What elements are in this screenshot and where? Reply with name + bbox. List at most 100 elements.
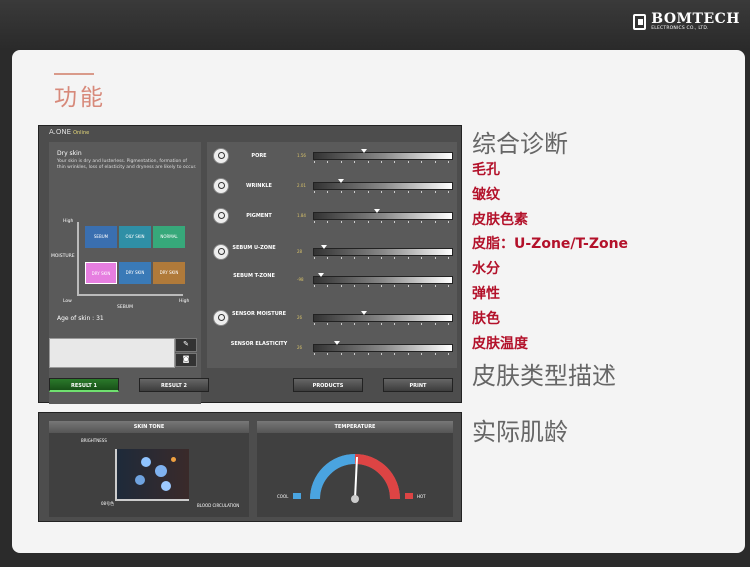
meter-tick — [381, 191, 382, 193]
pencil-icon[interactable]: ✎ — [175, 338, 197, 352]
grid-cell-selected: DRY SKIN — [85, 262, 117, 284]
meter-value: 1.56 — [297, 153, 306, 158]
knob-icon — [213, 310, 229, 326]
meter-tick — [367, 323, 369, 325]
meter-row-sebum-u: SEBUM U-ZONE 28 Low — [207, 240, 457, 264]
meter-tick — [448, 161, 449, 163]
brand-mark-icon — [633, 13, 647, 30]
meter-tick — [448, 257, 449, 259]
app-title-sub: Online — [73, 130, 90, 136]
meter-label: SENSOR ELASTICITY — [230, 341, 288, 347]
hot-label: HOT — [417, 494, 426, 499]
hot-swatch — [405, 493, 413, 499]
meter-tick — [434, 191, 436, 193]
meter-label: PORE — [251, 153, 267, 159]
grid-cell: DRY SKIN — [119, 262, 151, 284]
meter-value: -98 — [297, 277, 304, 282]
meter-tick — [354, 257, 356, 259]
grid-x-label: SEBUM — [117, 305, 133, 310]
meter-tick — [327, 257, 329, 259]
meter-tick — [367, 161, 369, 163]
meter-tick — [381, 257, 382, 259]
meter-label: SEBUM T-ZONE — [233, 273, 275, 279]
feature-item: 水分 — [472, 261, 500, 278]
meter-tick — [327, 285, 329, 287]
meter-tick — [314, 323, 315, 325]
skin-tone-plot — [115, 449, 189, 501]
meter-tick — [354, 353, 356, 355]
meter-value: 26 — [297, 315, 303, 320]
meter-tick — [434, 285, 436, 287]
grid-y-label: MOISTURE — [51, 254, 75, 259]
meter-tick — [394, 161, 396, 163]
temperature-panel: TEMPERATURE COOL HOT — [257, 421, 453, 517]
meter-tick — [421, 191, 423, 193]
brand-subtitle: ELECTRONICS CO., LTD. — [651, 26, 709, 31]
skin-tone-title: SKIN TONE — [49, 421, 249, 433]
meter-tick — [381, 161, 382, 163]
meter-tick — [394, 353, 396, 355]
meter-tick — [367, 257, 369, 259]
meter-tick — [340, 353, 342, 355]
tone-bubble — [135, 475, 145, 485]
meter-tick — [314, 161, 315, 163]
meter-tick — [340, 161, 342, 163]
meter-tick — [354, 323, 356, 325]
grid-cell: OILY SKIN — [119, 226, 151, 248]
feature-item: 皮脂：U-Zone/T-Zone — [472, 236, 629, 253]
feature-item: 肤色 — [472, 310, 500, 327]
meter-row-elasticity: SENSOR ELASTICITY 26 Low — [207, 336, 457, 360]
meter-tick — [448, 285, 449, 287]
camera-icon[interactable]: ◙ — [175, 353, 197, 367]
knob-icon — [213, 148, 229, 164]
meter-row-moisture: SENSOR MOISTURE 26 Low — [207, 306, 457, 330]
meter-tick — [327, 353, 329, 355]
meter-tick — [434, 257, 436, 259]
meter-tick — [381, 323, 382, 325]
meter-tick — [407, 221, 409, 223]
products-button[interactable]: PRODUCTS — [293, 378, 363, 392]
meter-marker — [374, 209, 381, 213]
app-screenshot: A.ONE Online Dry skin Your skin is dry an… — [38, 125, 462, 404]
meter-tick — [354, 285, 356, 287]
meter-tick — [407, 161, 409, 163]
result1-button[interactable]: RESULT 1 — [49, 378, 119, 392]
top-bar: BOMTECH ELECTRONICS CO., LTD. — [0, 0, 750, 50]
print-button[interactable]: PRINT — [383, 378, 453, 392]
tone-bubble — [161, 481, 171, 491]
knob-icon — [213, 208, 229, 224]
app-header: A.ONE Online — [39, 126, 471, 138]
meter-tick — [448, 221, 449, 223]
heading-comprehensive: 综合诊断 — [472, 130, 568, 158]
meter-tick — [367, 285, 369, 287]
meter-tick — [394, 285, 396, 287]
meter-tick — [394, 323, 396, 325]
heading-skin-type: 皮肤类型描述 — [472, 362, 616, 391]
meter-tick — [340, 221, 342, 223]
feature-item: 毛孔 — [472, 162, 500, 178]
skin-type-grid: SEBUM OILY SKIN NORMAL DRY SKIN DRY SKIN… — [77, 222, 185, 296]
meter-tick — [407, 191, 409, 193]
meter-value: 2.01 — [297, 183, 306, 188]
result2-button[interactable]: RESULT 2 — [139, 378, 209, 392]
meter-row-sebum-t: SEBUM T-ZONE -98 Low — [207, 268, 457, 292]
skin-description: Your skin is dry and lusterless. Pigment… — [57, 159, 197, 170]
meter-bar — [313, 311, 453, 325]
meter-label: WRINKLE — [246, 183, 272, 189]
tone-bubble — [155, 465, 167, 477]
temperature-title: TEMPERATURE — [257, 421, 453, 433]
meter-tick — [381, 285, 382, 287]
meter-tick — [448, 323, 449, 325]
meter-tick — [314, 257, 315, 259]
meter-panel: PORE 1.56 Normal WRINKLE 2.01 Medium PIG… — [207, 142, 457, 368]
meter-bar — [313, 179, 453, 193]
grid-cell: DRY SKIN — [153, 262, 185, 284]
memo-field[interactable] — [49, 338, 175, 368]
meter-tick — [407, 257, 409, 259]
tone-point — [171, 457, 176, 462]
meter-tick — [421, 221, 423, 223]
meter-tick — [314, 285, 315, 287]
skin-type-title: Dry skin — [57, 150, 82, 157]
meter-tick — [407, 285, 409, 287]
meter-tick — [421, 285, 423, 287]
